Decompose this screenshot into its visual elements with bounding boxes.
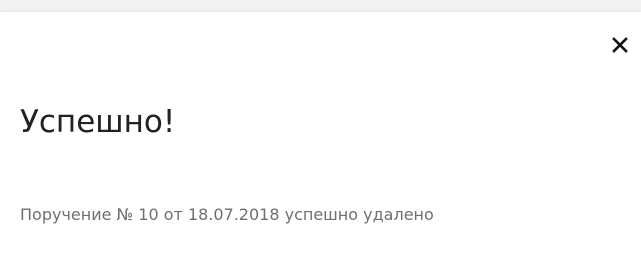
dialog-message: Поручение № 10 от 18.07.2018 успешно уда… <box>20 205 434 224</box>
dialog-title: Успешно! <box>20 104 176 140</box>
close-icon <box>612 37 628 53</box>
success-dialog: Успешно! Поручение № 10 от 18.07.2018 ус… <box>0 12 641 260</box>
close-button[interactable] <box>609 34 631 56</box>
